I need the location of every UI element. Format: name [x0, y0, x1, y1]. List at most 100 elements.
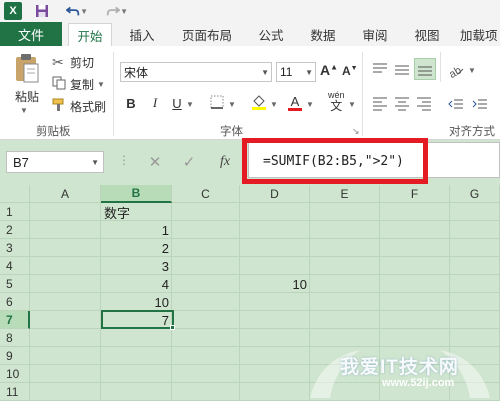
underline-dropdown-icon[interactable]: ▼	[186, 100, 194, 109]
undo-dropdown-icon[interactable]: ▼	[80, 7, 88, 16]
fill-color-button[interactable]	[250, 94, 268, 112]
column-header-c[interactable]: C	[172, 185, 240, 203]
cell-b5[interactable]: 4	[101, 275, 172, 293]
orientation-dropdown-icon[interactable]: ▼	[468, 66, 476, 75]
orientation-button[interactable]: ab	[446, 60, 468, 81]
tab-review[interactable]: 审阅	[358, 22, 392, 46]
cell-b4[interactable]: 3	[101, 257, 172, 275]
brush-icon	[52, 98, 68, 115]
cancel-entry-button[interactable]: ✕	[144, 152, 166, 172]
paste-dropdown-icon[interactable]: ▼	[20, 106, 28, 115]
align-top-button[interactable]	[370, 60, 390, 80]
column-header-e[interactable]: E	[310, 185, 380, 203]
align-left-button[interactable]	[370, 94, 390, 114]
redo-dropdown-icon[interactable]: ▼	[120, 7, 128, 16]
copy-button[interactable]: 复制 ▼	[52, 76, 105, 93]
row-header-6[interactable]: 6	[0, 293, 30, 311]
redo-icon[interactable]: ▼	[106, 2, 128, 20]
align-right-icon	[417, 97, 431, 111]
fill-color-dropdown-icon[interactable]: ▼	[270, 100, 278, 109]
shrink-font-icon: A▼	[342, 64, 358, 78]
tab-home[interactable]: 开始	[68, 23, 112, 47]
row-header-9[interactable]: 9	[0, 347, 30, 365]
row-header-1[interactable]: 1	[0, 203, 30, 221]
undo-icon[interactable]: ▼	[66, 2, 88, 20]
font-color-button[interactable]: A	[286, 94, 304, 112]
column-header-g[interactable]: G	[450, 185, 500, 203]
name-box-value: B7	[13, 154, 29, 170]
font-group-label: 字体	[220, 126, 243, 138]
column-header-f[interactable]: F	[380, 185, 450, 203]
copy-dropdown-icon[interactable]: ▼	[97, 80, 105, 89]
ribbon-divider	[440, 52, 441, 82]
row-header-10[interactable]: 10	[0, 365, 30, 383]
bold-button[interactable]: B	[122, 94, 140, 112]
tab-view[interactable]: 视图	[410, 22, 444, 46]
insert-function-button[interactable]: fx	[214, 152, 236, 172]
text-orientation-icon: ab	[447, 64, 464, 81]
chevron-down-icon[interactable]: ▼	[305, 68, 313, 77]
chevron-down-icon[interactable]: ▼	[91, 158, 99, 167]
align-center-button[interactable]	[392, 94, 412, 114]
cut-label: 剪切	[70, 56, 95, 70]
phonetic-dropdown-icon[interactable]: ▼	[348, 100, 356, 109]
row-header-2[interactable]: 2	[0, 221, 30, 239]
align-middle-button[interactable]	[392, 60, 412, 80]
row-header-8[interactable]: 8	[0, 329, 30, 347]
watermark: 我爱IT技术网 www.52ij.com	[300, 348, 500, 401]
decrease-indent-button[interactable]	[446, 94, 466, 114]
row-header-11[interactable]: 11	[0, 383, 30, 401]
tab-formulas[interactable]: 公式	[254, 22, 288, 46]
phonetic-button[interactable]: wén 文	[328, 90, 345, 112]
align-right-button[interactable]	[414, 94, 434, 114]
align-middle-icon	[395, 65, 409, 75]
select-all-corner[interactable]	[0, 185, 30, 203]
save-icon[interactable]	[34, 2, 50, 20]
grow-font-button[interactable]: A▲	[320, 62, 338, 78]
gridline	[30, 346, 500, 347]
borders-button[interactable]	[208, 94, 226, 112]
format-painter-button[interactable]: 格式刷	[52, 98, 106, 115]
font-color-dropdown-icon[interactable]: ▼	[306, 100, 314, 109]
formula-highlight-box	[242, 138, 428, 184]
underline-button[interactable]: U	[168, 94, 186, 112]
scissors-icon: ✂	[52, 54, 64, 70]
paste-button[interactable]: 粘贴	[10, 52, 44, 105]
row-header-7[interactable]: 7	[0, 311, 30, 329]
align-bottom-button[interactable]	[414, 58, 436, 80]
cell-b2[interactable]: 1	[101, 221, 172, 239]
tab-data[interactable]: 数据	[306, 22, 340, 46]
name-box[interactable]: B7 ▼	[6, 151, 104, 173]
cut-button[interactable]: ✂ 剪切	[52, 54, 94, 71]
italic-button[interactable]: I	[146, 94, 164, 112]
tab-page-layout[interactable]: 页面布局	[176, 22, 238, 46]
close-icon: ✕	[148, 154, 162, 171]
fill-handle[interactable]	[170, 325, 175, 330]
chevron-down-icon[interactable]: ▼	[261, 68, 269, 77]
borders-dropdown-icon[interactable]: ▼	[228, 100, 236, 109]
cell-b3[interactable]: 2	[101, 239, 172, 257]
row-header-4[interactable]: 4	[0, 257, 30, 275]
tab-insert[interactable]: 插入	[124, 22, 160, 46]
phonetic-icon: 文	[330, 99, 343, 113]
cell-b1[interactable]: 数字	[101, 203, 172, 221]
tab-file[interactable]: 文件	[0, 22, 62, 46]
check-icon: ✓	[182, 154, 196, 171]
clipboard-group-label: 剪贴板	[36, 126, 71, 138]
font-size-combo[interactable]: 11 ▼	[276, 62, 316, 82]
increase-indent-button[interactable]	[470, 94, 490, 114]
column-header-b[interactable]: B	[101, 185, 172, 203]
confirm-entry-button[interactable]: ✓	[178, 152, 200, 172]
shrink-font-button[interactable]: A▼	[342, 64, 358, 78]
row-header-3[interactable]: 3	[0, 239, 30, 257]
column-header-a[interactable]: A	[30, 185, 101, 203]
cell-b6[interactable]: 10	[101, 293, 172, 311]
font-name-combo[interactable]: 宋体 ▼	[120, 62, 272, 82]
cell-d5[interactable]: 10	[240, 275, 310, 293]
column-header-d[interactable]: D	[240, 185, 310, 203]
row-header-5[interactable]: 5	[0, 275, 30, 293]
tab-addins[interactable]: 加载项	[460, 22, 500, 46]
align-top-icon	[373, 63, 387, 73]
font-size-value: 11	[280, 65, 293, 79]
font-dialog-launcher-icon[interactable]: ↘	[352, 126, 360, 137]
